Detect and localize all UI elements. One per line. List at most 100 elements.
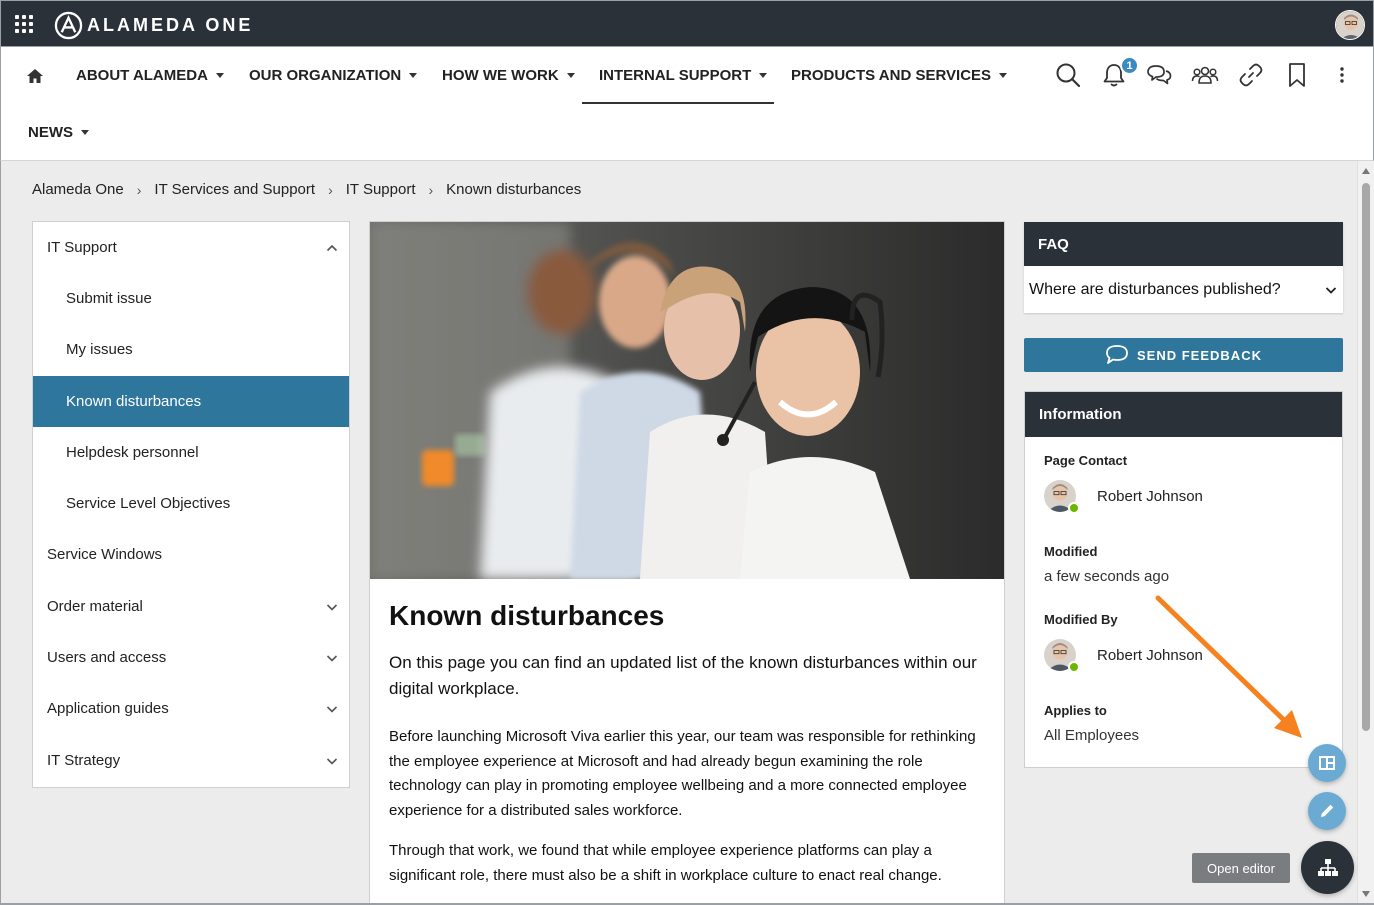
- link-icon[interactable]: [1237, 61, 1265, 89]
- caret-down-icon: [566, 73, 575, 78]
- chevron-down-icon[interactable]: [326, 703, 338, 715]
- sidebar-item-label: IT Support: [47, 239, 117, 256]
- nav-our-organization[interactable]: OUR ORGANIZATION: [249, 67, 418, 84]
- open-editor-tooltip: Open editor: [1192, 853, 1290, 883]
- layout-icon: [1319, 756, 1335, 770]
- caret-down-icon: [409, 73, 418, 78]
- brand-name: ALAMEDA ONE: [87, 14, 254, 35]
- breadcrumb-separator-icon: ›: [428, 181, 434, 198]
- app-launcher-icon[interactable]: [15, 15, 33, 33]
- scrollbar-thumb[interactable]: [1362, 183, 1370, 731]
- scroll-down-arrow-icon[interactable]: [1362, 891, 1370, 897]
- sidebar-item-helpdesk-personnel[interactable]: Helpdesk personnel: [33, 427, 349, 478]
- section-navigation: IT Support Submit issue My issues Known …: [32, 221, 350, 788]
- nav-how-we-work[interactable]: HOW WE WORK: [442, 67, 575, 84]
- sidebar-item-label: Application guides: [47, 700, 169, 717]
- breadcrumb-current: Known disturbances: [446, 181, 582, 198]
- logo-mark-icon: [54, 11, 83, 39]
- edit-page-button[interactable]: [1308, 792, 1346, 830]
- people-icon[interactable]: [1191, 61, 1219, 89]
- top-bar: ALAMEDA ONE: [0, 0, 1374, 47]
- nav-about-alameda[interactable]: ABOUT ALAMEDA: [76, 67, 224, 84]
- sidebar-item-label: Service Windows: [47, 546, 163, 563]
- breadcrumb-separator-icon: ›: [328, 181, 333, 198]
- sidebar-item-it-strategy[interactable]: IT Strategy: [33, 735, 349, 786]
- caret-down-icon: [215, 73, 224, 78]
- faq-question[interactable]: Where are disturbances published?: [1024, 266, 1343, 313]
- sidebar-item-my-issues[interactable]: My issues: [33, 324, 349, 375]
- information-panel: Information Page Contact Robert Johnson …: [1024, 391, 1343, 768]
- sidebar-item-label: Known disturbances: [66, 393, 202, 410]
- chevron-down-icon[interactable]: [326, 652, 338, 664]
- modified-label: Modified: [1044, 544, 1098, 559]
- breadcrumb: Alameda One › IT Services and Support › …: [32, 181, 581, 198]
- sidebar-item-submit-issue[interactable]: Submit issue: [33, 273, 349, 324]
- breadcrumb-separator-icon: ›: [136, 181, 142, 198]
- sidebar-item-service-windows[interactable]: Service Windows: [33, 529, 349, 580]
- speech-bubble-icon: [1106, 345, 1128, 364]
- sidebar-item-order-material[interactable]: Order material: [33, 581, 349, 632]
- chevron-down-icon: [1325, 287, 1337, 294]
- page-contact-label: Page Contact: [1044, 453, 1128, 468]
- nav-label: OUR ORGANIZATION: [249, 67, 402, 84]
- sidebar-item-application-guides[interactable]: Application guides: [33, 683, 349, 734]
- user-avatar[interactable]: [1335, 10, 1365, 40]
- nav-active-indicator: [582, 102, 774, 104]
- send-feedback-label: SEND FEEDBACK: [1137, 347, 1262, 363]
- chevron-up-icon[interactable]: [326, 242, 338, 254]
- faq-question-text: Where are disturbances published?: [1029, 280, 1281, 298]
- scroll-up-arrow-icon[interactable]: [1362, 168, 1370, 174]
- send-feedback-button[interactable]: SEND FEEDBACK: [1024, 338, 1343, 372]
- site-structure-button[interactable]: [1301, 841, 1354, 894]
- page-contact-name: Robert Johnson: [1097, 487, 1203, 505]
- sitemap-icon: [1317, 858, 1338, 876]
- nav-products-and-services[interactable]: PRODUCTS AND SERVICES: [791, 67, 1008, 84]
- article-card: Known disturbances On this page you can …: [369, 221, 1005, 905]
- brand-logo[interactable]: ALAMEDA ONE: [54, 10, 253, 40]
- chevron-down-icon[interactable]: [326, 601, 338, 613]
- caret-down-icon: [81, 130, 89, 135]
- article-lead: On this page you can find an updated lis…: [389, 653, 977, 698]
- page-scrollbar[interactable]: [1357, 161, 1374, 905]
- modified-by-name: Robert Johnson: [1097, 646, 1203, 664]
- nav-news[interactable]: NEWS: [28, 124, 89, 141]
- breadcrumb-item[interactable]: IT Services and Support: [154, 181, 315, 198]
- caret-down-icon: [759, 73, 768, 78]
- sidebar-item-label: Order material: [47, 598, 143, 615]
- home-icon[interactable]: [26, 68, 44, 84]
- window-border: [0, 161, 1, 905]
- bookmark-icon[interactable]: [1283, 61, 1311, 89]
- sidebar-item-it-support[interactable]: IT Support: [33, 222, 349, 273]
- faq-panel: FAQ Where are disturbances published?: [1024, 222, 1343, 313]
- presence-available-icon: [1068, 661, 1080, 673]
- page-contact-person[interactable]: Robert Johnson: [1044, 480, 1203, 514]
- modified-by-person[interactable]: Robert Johnson: [1044, 639, 1203, 673]
- chat-icon[interactable]: [1145, 61, 1173, 89]
- sidebar-item-label: My issues: [66, 341, 133, 358]
- avatar: [1044, 480, 1080, 514]
- nav-label: INTERNAL SUPPORT: [599, 67, 752, 84]
- nav-label: ABOUT ALAMEDA: [76, 67, 208, 84]
- article-paragraph: Through that work, we found that while e…: [389, 842, 942, 884]
- breadcrumb-item[interactable]: IT Support: [346, 181, 416, 198]
- sidebar-item-label: IT Strategy: [47, 752, 121, 769]
- nav-internal-support[interactable]: INTERNAL SUPPORT: [599, 67, 768, 84]
- sidebar-item-service-level-objectives[interactable]: Service Level Objectives: [33, 478, 349, 529]
- nav-label: NEWS: [28, 124, 73, 141]
- main-navigation: ABOUT ALAMEDA OUR ORGANIZATION HOW WE WO…: [0, 47, 1374, 161]
- page-layout-button[interactable]: [1308, 744, 1346, 782]
- sidebar-item-users-and-access[interactable]: Users and access: [33, 632, 349, 683]
- modified-by-label: Modified By: [1044, 612, 1118, 627]
- applies-to-label: Applies to: [1044, 703, 1107, 718]
- page-title: Known disturbances: [389, 600, 665, 631]
- presence-available-icon: [1068, 502, 1080, 514]
- sidebar-item-known-disturbances[interactable]: Known disturbances: [33, 376, 349, 427]
- more-vertical-icon[interactable]: [1328, 61, 1356, 89]
- chevron-down-icon[interactable]: [326, 755, 338, 767]
- information-title: Information: [1025, 392, 1342, 437]
- search-icon[interactable]: [1054, 61, 1082, 89]
- article-paragraph: Before launching Microsoft Viva earlier …: [389, 728, 976, 819]
- pencil-icon: [1321, 804, 1334, 817]
- sidebar-item-label: Submit issue: [66, 290, 152, 307]
- breadcrumb-item[interactable]: Alameda One: [32, 181, 124, 198]
